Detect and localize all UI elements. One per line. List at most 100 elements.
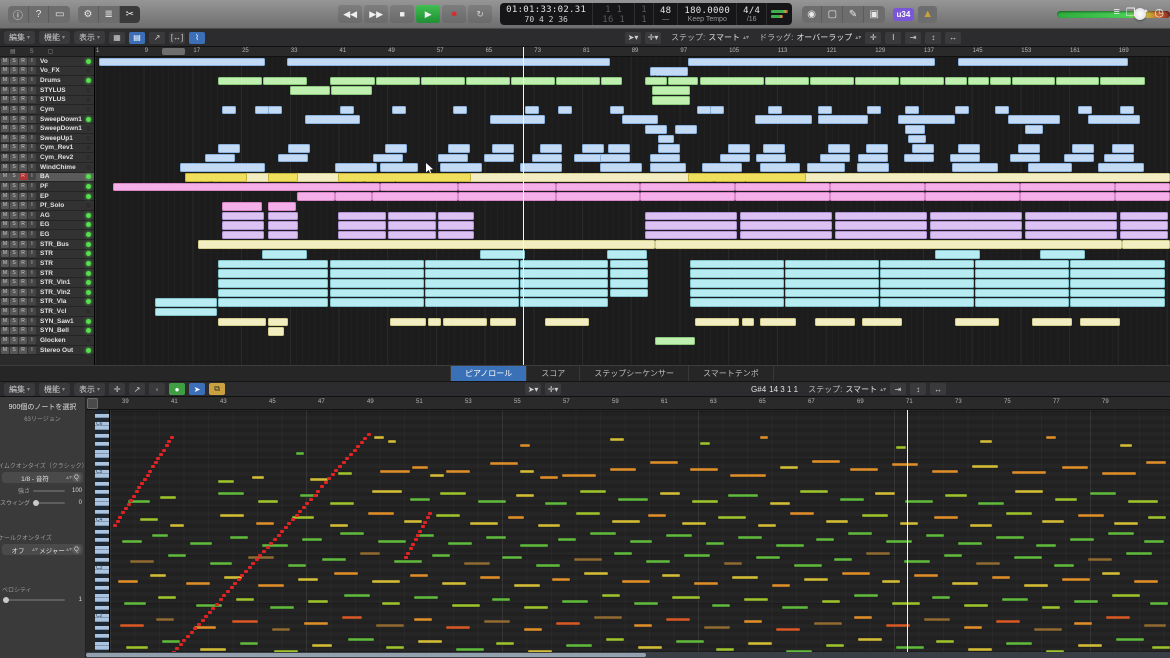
record-enable-button[interactable]: R (19, 212, 27, 219)
region[interactable]: Drums (1012, 77, 1055, 86)
midi-note[interactable] (412, 466, 428, 469)
region[interactable]: EG (338, 231, 386, 240)
mute-button[interactable]: M (1, 154, 9, 161)
record-button[interactable]: ● (442, 5, 466, 23)
record-enable-button[interactable]: R (19, 135, 27, 142)
record-enable-button[interactable]: R (19, 347, 27, 354)
region[interactable]: EG (740, 221, 832, 230)
track-row[interactable]: MSRISTR (0, 259, 94, 269)
mute-button[interactable]: M (1, 279, 9, 286)
region[interactable]: EG (338, 221, 386, 230)
input-monitor-button[interactable]: I (28, 135, 36, 142)
region[interactable]: STR (520, 298, 608, 307)
automation-icon[interactable]: ↗ (149, 32, 165, 44)
region[interactable]: Drums (700, 77, 764, 86)
tuner-icon[interactable]: ◉ (802, 6, 823, 23)
midi-note[interactable] (634, 624, 652, 627)
region[interactable]: EG (1120, 231, 1168, 240)
mute-button[interactable]: M (1, 318, 9, 325)
region[interactable]: 90-Can of Growls (290, 86, 330, 95)
autozoom-icon[interactable]: ⇥ (905, 32, 921, 44)
midi-note-selected[interactable] (409, 547, 413, 550)
solo-button[interactable]: S (10, 77, 18, 84)
midi-note[interactable] (1128, 500, 1158, 503)
region[interactable]: SWD (675, 125, 697, 134)
track-row[interactable]: MSRICym_Rev2 (0, 153, 94, 163)
cmd-tool-menu[interactable]: ✛▾ (645, 32, 661, 44)
region[interactable]: PF (556, 192, 640, 201)
region[interactable]: Cy (558, 106, 572, 115)
region[interactable]: STR (690, 269, 784, 278)
solo-button[interactable]: S (10, 270, 18, 277)
midi-note[interactable] (120, 624, 144, 627)
region[interactable]: Reverse (720, 154, 750, 163)
midi-note-selected[interactable] (118, 516, 122, 519)
solo-button[interactable]: S (10, 58, 18, 65)
midi-note[interactable] (558, 538, 576, 541)
region[interactable]: STR (785, 279, 879, 288)
midi-note[interactable] (900, 522, 918, 525)
solo-button[interactable]: S (10, 144, 18, 151)
region[interactable]: TFR_fx_crash_n (490, 115, 545, 124)
midi-note-selected[interactable] (423, 521, 427, 524)
region[interactable]: STR (425, 260, 519, 269)
midi-note[interactable] (712, 604, 730, 607)
solo-button[interactable]: S (10, 183, 18, 190)
region[interactable]: SYN_Saw1 (443, 318, 487, 327)
track-row[interactable]: MSRIGlocken (0, 336, 94, 346)
midi-note-selected[interactable] (338, 465, 342, 468)
region[interactable]: STR (880, 289, 974, 298)
region[interactable]: STR (155, 308, 217, 317)
region[interactable]: STR (520, 279, 608, 288)
region[interactable]: Aux 19 (655, 240, 1122, 249)
track-row[interactable]: MSRIVo_FX (0, 67, 94, 77)
flex-icon[interactable]: ⌇ (189, 32, 205, 44)
region[interactable]: Drums (1056, 77, 1099, 86)
midi-note[interactable] (378, 540, 406, 543)
midi-note[interactable] (694, 582, 718, 585)
midi-note-selected[interactable] (309, 498, 313, 501)
midi-note[interactable] (414, 596, 438, 599)
midi-note[interactable] (854, 616, 872, 619)
midi-note-selected[interactable] (298, 510, 302, 513)
region[interactable]: STR (218, 279, 328, 288)
midi-note-selected[interactable] (316, 490, 320, 493)
midi-note[interactable] (700, 442, 710, 445)
tab-piano-roll[interactable]: ピアノロール (450, 366, 527, 381)
solo-button[interactable]: S (10, 289, 18, 296)
clock-icon[interactable]: ◷ (1154, 6, 1164, 19)
midi-note-selected[interactable] (240, 574, 244, 577)
region[interactable]: Reverse (950, 154, 980, 163)
input-monitor-button[interactable]: I (28, 289, 36, 296)
solo-button[interactable]: S (10, 337, 18, 344)
midi-note[interactable] (508, 516, 524, 519)
region[interactable]: EG (930, 221, 1022, 230)
midi-note[interactable] (790, 512, 814, 515)
region[interactable]: Chime.12 ① (952, 163, 998, 172)
region[interactable]: STR (785, 298, 879, 307)
mute-button[interactable]: M (1, 202, 9, 209)
region[interactable]: Reve (608, 144, 630, 153)
midi-note-selected[interactable] (284, 526, 288, 529)
midi-note[interactable] (840, 498, 864, 501)
input-monitor-button[interactable]: I (28, 154, 36, 161)
mute-button[interactable]: M (1, 308, 9, 315)
solo-button[interactable]: S (10, 164, 18, 171)
midi-note-selected[interactable] (327, 477, 331, 480)
midi-note[interactable] (456, 648, 484, 651)
pr-view-button[interactable] (87, 398, 98, 409)
midi-note[interactable] (662, 574, 680, 577)
tab-smart-tempo[interactable]: スマートテンポ (689, 366, 774, 381)
midi-note[interactable] (194, 626, 216, 629)
midi-note-selected[interactable] (146, 474, 150, 477)
record-enable-button[interactable]: R (19, 308, 27, 315)
region[interactable]: 90-Can of G (652, 86, 690, 95)
midi-note-selected[interactable] (208, 611, 212, 614)
midi-note-selected[interactable] (244, 570, 248, 573)
scale-quantize-select[interactable]: オフ▴▾ メジャー▴▾ Q (2, 544, 83, 555)
region[interactable]: 浜崎あゆみ Voyage (Acappella).9 ① (958, 58, 1128, 67)
region[interactable]: Reve (728, 144, 750, 153)
midi-note[interactable] (556, 622, 580, 625)
track-row[interactable]: MSRIStereo Out (0, 346, 94, 356)
pr-automation-icon[interactable]: ↗ (129, 383, 145, 395)
